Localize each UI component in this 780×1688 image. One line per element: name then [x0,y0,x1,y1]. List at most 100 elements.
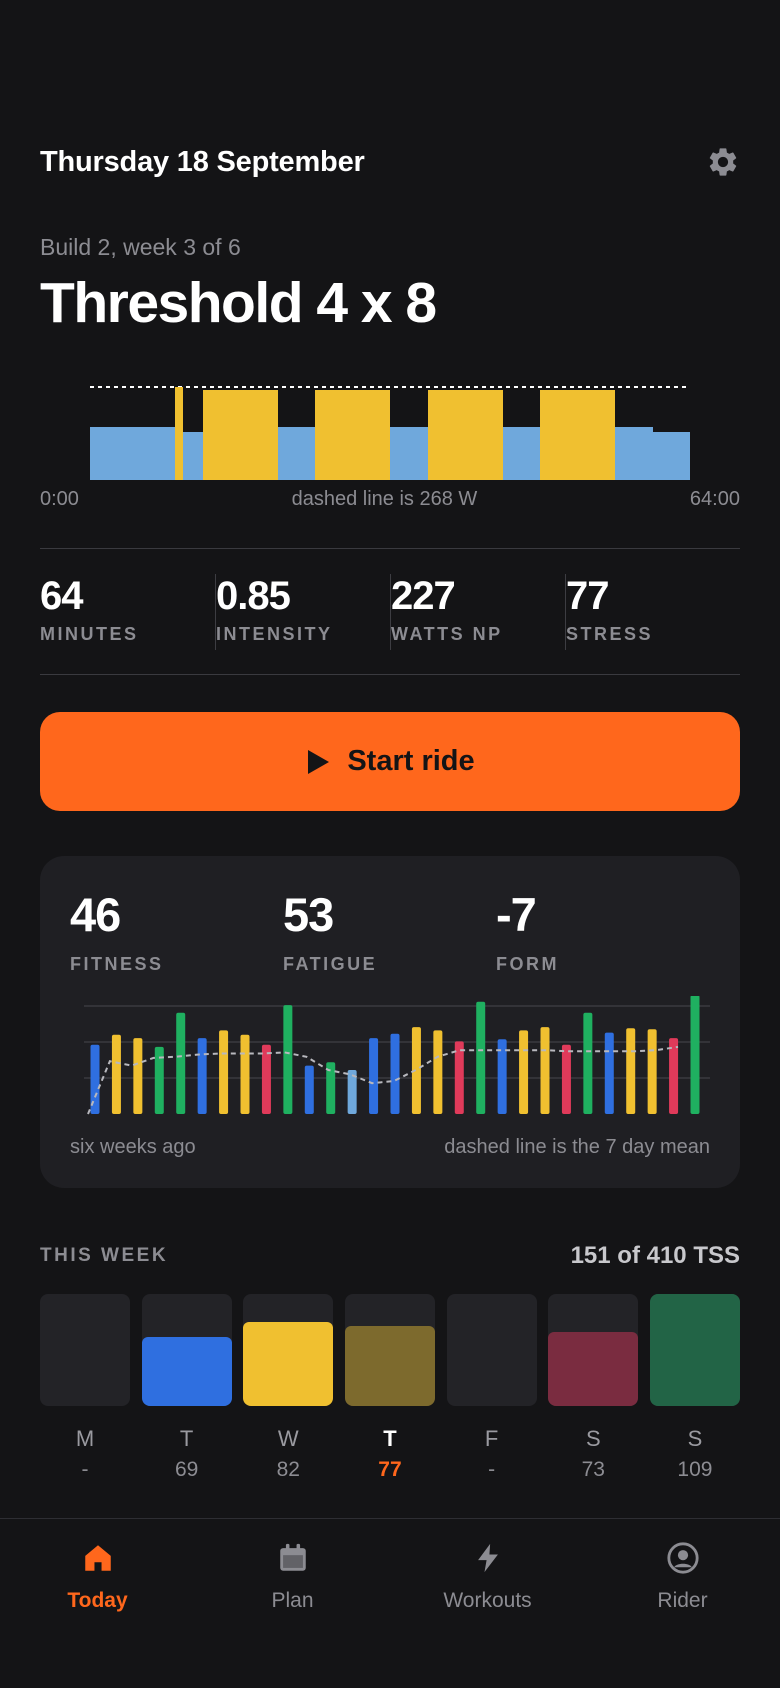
day-letter: M [75,1426,95,1451]
week-tss-summary: 151 of 410 TSS [570,1242,740,1269]
divider [40,674,740,675]
date-title: Thursday 18 September [40,145,365,178]
day-letter: S [585,1426,601,1451]
day-tss-box [40,1294,130,1406]
day-tss-box [344,1294,435,1406]
day-tss-box [141,1294,232,1406]
stat-value: 0.85 [216,574,291,618]
stat-label: WATTS NP [391,624,503,644]
chart-bar [304,1065,314,1114]
metric-label: FITNESS [70,954,164,974]
profile-labels: 0:00 dashed line is 268 W 64:00 [40,488,740,511]
day-letter: T [179,1426,194,1451]
metric-form: -7 FORM [496,890,709,975]
chart-right-note: dashed line is the 7 day mean [444,1136,710,1158]
day-column[interactable]: S 73 [548,1294,639,1482]
day-column[interactable]: S 109 [649,1294,740,1482]
chart-bar [476,1001,486,1114]
workout-profile-chart [40,375,740,480]
metric-value: 53 [283,888,334,941]
metric-label: FORM [496,954,559,974]
training-block: Build 2, week 3 of 6 [40,234,241,260]
profile-end-label: 64:00 [689,488,740,510]
chart-bar [390,1033,400,1114]
profile-segment [540,390,615,480]
day-tss-fill [141,1336,232,1406]
chart-bar [197,1038,207,1114]
workout-title: Threshold 4 x 8 [40,271,437,335]
profile-segment [203,390,278,480]
profile-segment [653,432,690,480]
day-tss-fill [243,1322,334,1406]
stat-intensity: 0.85 INTENSITY [215,574,390,650]
profile-segment [428,390,503,480]
day-column[interactable]: M- [40,1294,130,1482]
chart-bar [176,1012,186,1114]
calendar-icon [274,1539,312,1577]
tab-plan[interactable]: Plan [195,1519,390,1688]
lightning-icon [469,1539,507,1577]
stat-label: INTENSITY [216,624,333,644]
stat-value: 227 [391,574,456,618]
stat-watts-np: 227 WATTS NP [390,574,565,650]
chart-bar [133,1038,143,1114]
week-title: THIS WEEK [40,1245,169,1266]
day-tss-box [548,1294,639,1406]
profile-segment [90,427,175,480]
day-tss: 82 [276,1458,300,1481]
chart-bar [669,1038,679,1114]
profile-segment [615,427,653,480]
day-tss: 77 [378,1458,402,1481]
stat-stress: 77 STRESS [565,574,740,650]
profile-segment [175,387,183,480]
chart-bar [561,1044,571,1114]
play-icon [308,749,330,774]
day-column[interactable]: F- [446,1294,537,1482]
day-tss-box [243,1294,334,1406]
chart-bar [111,1034,121,1114]
week-days: M- T 69 W 82 T 77 F- S 73 S 109 [40,1294,740,1482]
chart-left-note: six weeks ago [70,1136,196,1158]
start-ride-button[interactable]: Start ride [40,712,740,811]
start-ride-label: Start ride [347,745,475,777]
divider [40,548,740,549]
day-column[interactable]: T 69 [141,1294,232,1482]
tab-rider[interactable]: Rider [585,1519,780,1688]
metric-fitness: 46 FITNESS [70,890,283,975]
fitness-card[interactable]: 46 FITNESS 53 FATIGUE -7 FORM six weeks … [40,856,740,1188]
chart-bar [261,1044,271,1114]
chart-bar [283,1005,293,1114]
chart-bar [690,995,700,1114]
tab-label: Rider [657,1589,708,1612]
profile-segment [390,427,428,480]
gear-icon[interactable] [706,145,740,179]
tab-today[interactable]: Today [0,1519,195,1688]
profile-segment [315,390,390,480]
day-column[interactable]: T 77 [344,1294,435,1482]
tab-workouts[interactable]: Workouts [390,1519,585,1688]
stat-minutes: 64 MINUTES [40,574,215,650]
day-letter: W [277,1426,299,1451]
day-tss: 109 [677,1458,713,1481]
chart-bar [583,1012,593,1114]
day-tss-fill [649,1294,740,1406]
chart-bar [647,1029,657,1114]
chart-bar [626,1028,636,1114]
day-letter: F [484,1426,499,1451]
day-tss: 73 [581,1458,605,1481]
header: Thursday 18 September [40,140,740,184]
chart-bar [369,1038,379,1114]
chart-bar [604,1032,614,1114]
home-icon [79,1539,117,1577]
metric-fatigue: 53 FATIGUE [283,890,496,975]
day-tss-box [649,1294,740,1406]
stat-value: 64 [40,574,84,618]
day-tss: - [488,1458,496,1481]
user-circle-icon [664,1539,702,1577]
tab-bar: Today Plan Workouts Rider [0,1518,780,1688]
chart-footer: six weeks ago dashed line is the 7 day m… [70,1136,710,1159]
stat-label: MINUTES [40,624,139,644]
chart-bar [433,1030,443,1114]
day-tss-fill [548,1332,639,1406]
day-column[interactable]: W 82 [243,1294,334,1482]
